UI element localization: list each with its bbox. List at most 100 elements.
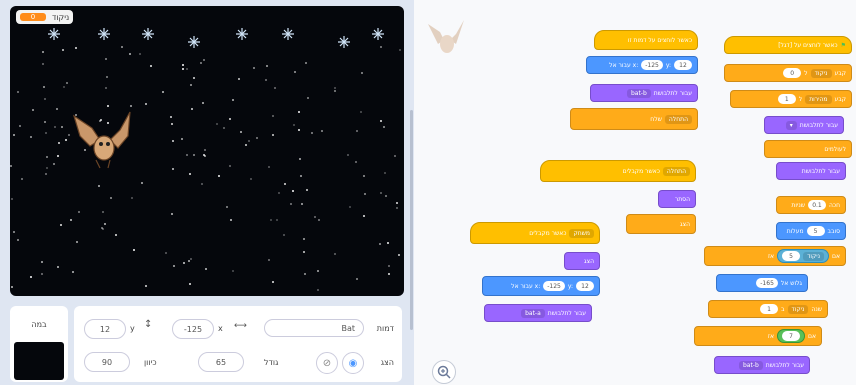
goto-label: עבור אל x: — [511, 282, 541, 290]
goto-x-input[interactable]: -125 — [543, 281, 565, 291]
costume-dropdown[interactable]: bat-b — [626, 88, 651, 98]
snowflake-sprite[interactable] — [48, 28, 60, 40]
switch-costume-block-2[interactable]: bat-b עבור לתלבושת — [714, 356, 810, 374]
bat-sprite[interactable] — [70, 106, 134, 172]
wait-label: חכה — [828, 201, 840, 209]
turn-block[interactable]: מעלות 5 סובב — [776, 222, 846, 240]
star-dot — [302, 237, 305, 240]
zoom-in-button[interactable] — [432, 360, 456, 384]
turn-value-input[interactable]: 5 — [806, 226, 825, 236]
snowflake-sprite[interactable] — [282, 28, 294, 40]
change-value-input[interactable]: 1 — [760, 304, 779, 314]
hat-sprite-clicked-block[interactable]: כאשר לוחצים על דמות זו — [594, 30, 698, 50]
star-dot — [56, 108, 59, 111]
star-dot — [182, 67, 185, 70]
star-dot — [215, 123, 218, 126]
snowflake-sprite[interactable] — [98, 28, 110, 40]
star-dot — [273, 87, 276, 90]
glide-block[interactable]: -165 גלוש אל — [716, 274, 808, 292]
goto-xy-block[interactable]: עבור אל x: -125 y: 12 — [482, 276, 600, 296]
star-dot — [103, 222, 106, 225]
goto-xy-block[interactable]: עבור אל x: -125 y: 12 — [586, 56, 698, 74]
star-dot — [306, 97, 309, 100]
message-dropdown[interactable]: התחלה — [662, 166, 690, 176]
star-dot — [356, 130, 359, 133]
forever-block[interactable]: לעולמים — [764, 140, 852, 158]
costume-dropdown[interactable]: ▾ — [785, 120, 797, 130]
speed-variable-dropdown[interactable]: מהירות — [805, 94, 832, 104]
set-label: קבע — [834, 95, 846, 103]
if-block[interactable]: אז 5 ניקוד אם — [704, 246, 846, 266]
condition-variable[interactable]: ניקוד — [803, 251, 824, 261]
star-dot — [188, 282, 191, 285]
speed-value-input[interactable]: 1 — [777, 94, 796, 104]
star-dot — [223, 126, 226, 129]
star-dot — [204, 268, 207, 271]
broadcast-label: שלח — [650, 115, 662, 123]
set-value-input[interactable]: 0 — [783, 68, 802, 78]
show-block[interactable]: הצג — [564, 252, 600, 270]
condition-value[interactable]: 7 — [782, 331, 800, 341]
star-dot — [394, 155, 397, 158]
star-dot — [150, 64, 153, 67]
x-input[interactable]: -125 — [172, 319, 214, 339]
sprite-name-input[interactable]: Bat — [264, 319, 364, 337]
show-block[interactable]: הצג — [626, 214, 696, 234]
y-arrows-icon: ↕ — [144, 319, 153, 330]
costume-dropdown[interactable]: bat-a — [521, 308, 545, 318]
next-costume-block[interactable]: עבור לתלבושת — [776, 162, 846, 180]
vertical-scrollbar[interactable] — [410, 110, 413, 330]
goto-y-input[interactable]: 12 — [576, 281, 594, 291]
direction-input[interactable]: 90 — [84, 352, 130, 372]
glide-value-input[interactable]: -165 — [756, 278, 778, 288]
message-dropdown[interactable]: משחק — [569, 228, 594, 238]
stage[interactable]: 0 ניקוד — [10, 6, 404, 296]
star-dot — [62, 49, 65, 52]
condition-block[interactable]: 5 ניקוד — [777, 249, 829, 263]
broadcast-dropdown[interactable]: התחלה — [664, 114, 692, 124]
condition-value[interactable]: 5 — [782, 251, 801, 261]
goto-y-input[interactable]: 12 — [674, 60, 692, 70]
hat-when-receive-block-2[interactable]: כאשר מקבלים משחק — [470, 222, 600, 244]
star-dot — [386, 241, 389, 244]
hide-block[interactable]: הסתר — [658, 190, 696, 208]
switch-costume-block[interactable]: ▾ עבור לתלבושת — [764, 116, 844, 134]
star-dot — [11, 197, 14, 200]
condition-block[interactable]: 7 — [777, 329, 805, 343]
size-input[interactable]: 65 — [198, 352, 244, 372]
costume-dropdown[interactable]: bat-b — [738, 360, 763, 370]
switch-costume-block[interactable]: bat-b עבור לתלבושת — [590, 84, 698, 102]
hide-sprite-eye-icon[interactable]: ⊘ — [316, 352, 338, 374]
wait-value-input[interactable]: 0.1 — [807, 200, 826, 210]
snowflake-sprite[interactable] — [372, 28, 384, 40]
change-variable-dropdown[interactable]: ניקוד — [787, 304, 809, 314]
hat-green-flag-block[interactable]: כאשר לוחצים על [דגל] ⚑ — [724, 36, 852, 54]
snowflake-sprite[interactable] — [188, 36, 200, 48]
star-dot — [318, 219, 321, 222]
snowflake-sprite[interactable] — [142, 28, 154, 40]
star-dot — [238, 78, 241, 81]
if-block-2[interactable]: אז 7 אם — [694, 326, 822, 346]
y-input[interactable]: 12 — [84, 319, 126, 339]
star-dot — [348, 206, 351, 209]
show-sprite-eye-icon[interactable]: ◉ — [342, 352, 364, 374]
variable-dropdown[interactable]: ניקוד — [810, 68, 832, 78]
code-area[interactable]: כאשר לוחצים על [דגל] ⚑ 0 ל ניקוד קבע 1 ל… — [414, 0, 856, 385]
star-dot — [40, 261, 43, 264]
goto-x-input[interactable]: -125 — [641, 60, 663, 70]
set-label: קבע — [834, 69, 846, 77]
change-variable-block[interactable]: 1 ב ניקוד שנה — [708, 300, 828, 318]
snowflake-sprite[interactable] — [338, 36, 350, 48]
star-dot — [298, 128, 301, 131]
broadcast-block[interactable]: שלח התחלה — [570, 108, 698, 130]
wait-block[interactable]: שניות 0.1 חכה — [776, 196, 846, 214]
set-variable-block[interactable]: 0 ל ניקוד קבע — [724, 64, 852, 82]
set-speed-block[interactable]: 1 ל מהירות קבע — [730, 90, 852, 108]
switch-costume-label: עבור לתלבושת — [799, 121, 838, 129]
switch-costume-block[interactable]: bat-a עבור לתלבושת — [484, 304, 592, 322]
stage-thumbnail[interactable] — [14, 342, 64, 380]
stage-selector-panel[interactable]: במה — [10, 306, 68, 382]
hat-when-receive-block[interactable]: כאשר מקבלים התחלה — [540, 160, 696, 182]
snowflake-sprite[interactable] — [236, 28, 248, 40]
star-dot — [41, 272, 44, 275]
